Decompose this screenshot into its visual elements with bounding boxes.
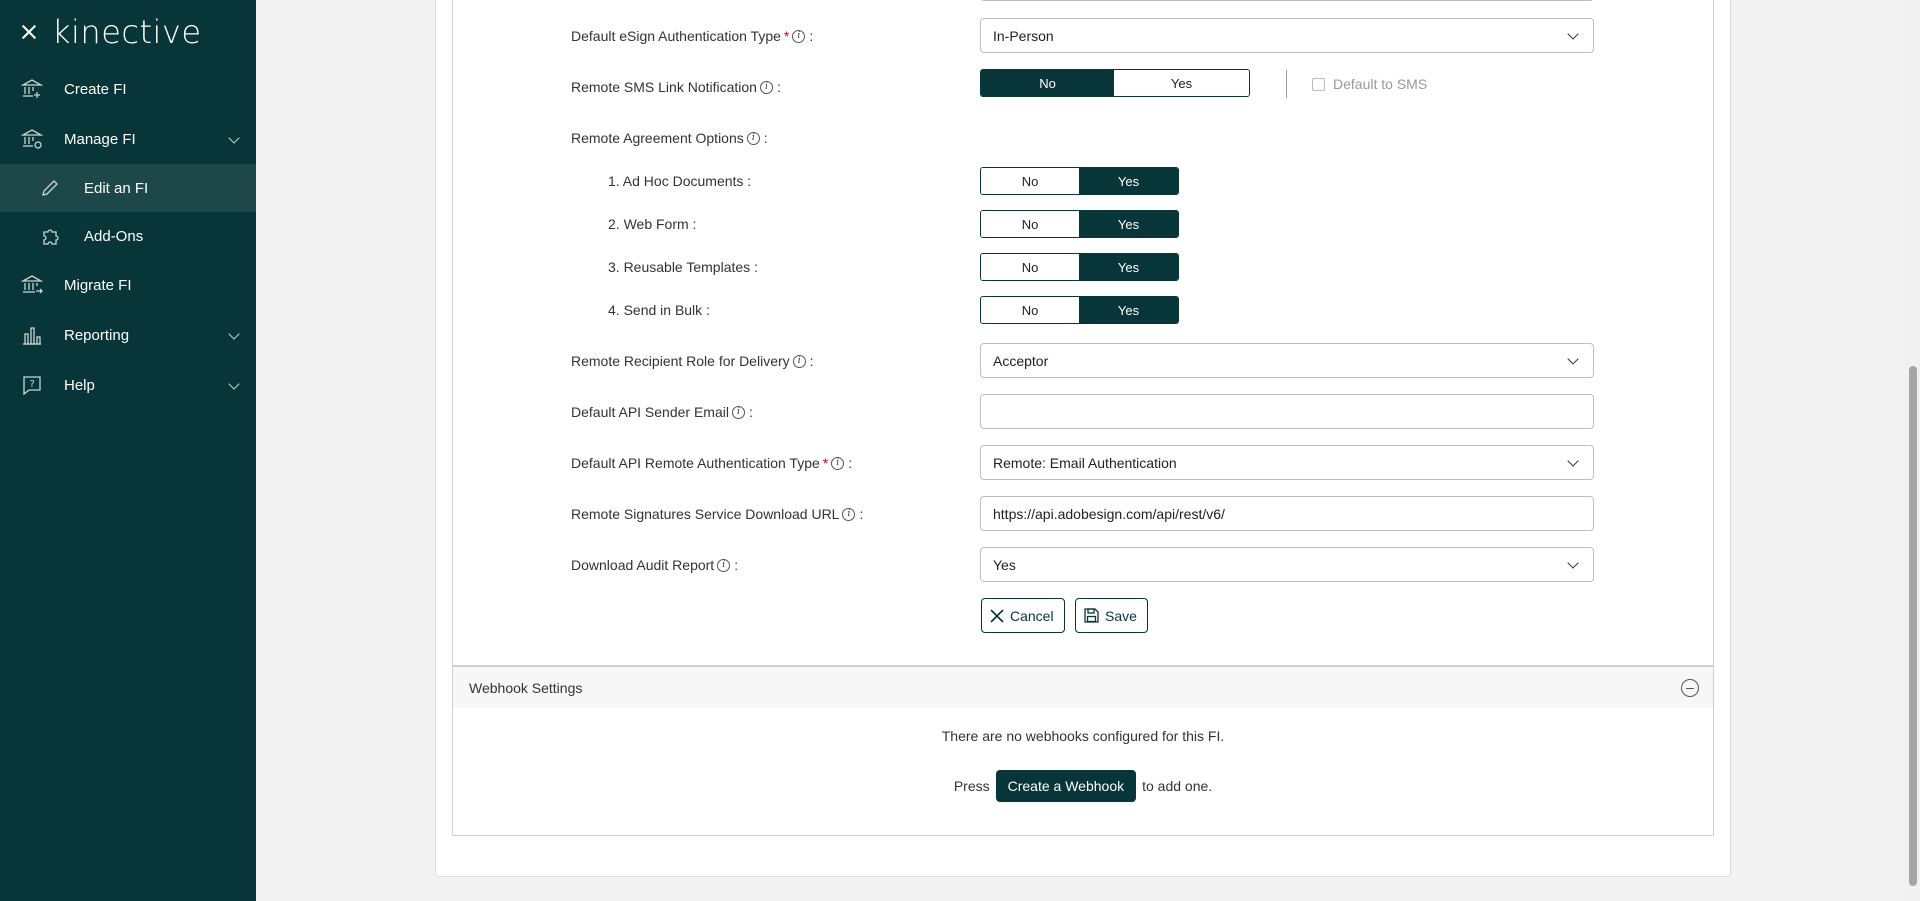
sidebar-item-label: Edit an FI	[84, 179, 149, 197]
esign-auth-select[interactable]: In-Person	[980, 18, 1594, 53]
sidebar-header: kinective	[0, 0, 256, 64]
toggle-yes[interactable]: Yes	[1079, 211, 1178, 237]
sidebar-item-reporting[interactable]: Reporting	[0, 310, 256, 360]
sidebar-item-label: Reporting	[64, 326, 130, 344]
sidebar-item-label: Manage FI	[64, 130, 136, 148]
recipient-role-label: Remote Recipient Role for Delivery i:	[571, 353, 814, 369]
option-label: 2. Web Form :	[608, 216, 697, 232]
checkbox[interactable]	[1312, 77, 1325, 91]
bank-settings-icon	[20, 127, 44, 151]
close-icon[interactable]	[20, 23, 38, 41]
option-label: 3. Reusable Templates :	[608, 259, 758, 275]
api-sender-email-label: Default API Sender Email i:	[571, 404, 753, 420]
chevron-down-icon	[1567, 353, 1579, 365]
sidebar-item-label: Add-Ons	[84, 227, 144, 245]
scroll-thumb[interactable]	[1909, 366, 1917, 886]
toggle-no[interactable]: No	[981, 211, 1079, 237]
ad-hoc-toggle[interactable]: No Yes	[980, 167, 1179, 195]
help-icon: ?	[20, 373, 44, 397]
agreement-options-label: Remote Agreement Options i:	[571, 130, 768, 146]
send-in-bulk-toggle[interactable]: No Yes	[980, 296, 1179, 324]
sidebar-item-migrate-fi[interactable]: Migrate FI	[0, 260, 256, 310]
audit-report-select[interactable]: Yes	[980, 547, 1594, 582]
info-icon[interactable]: i	[831, 456, 845, 470]
toggle-yes[interactable]: Yes	[1114, 70, 1249, 96]
bank-add-icon	[20, 77, 44, 101]
audit-report-label: Download Audit Report i:	[571, 557, 739, 573]
toggle-no[interactable]: No	[981, 70, 1114, 96]
close-icon	[990, 608, 1004, 623]
info-icon[interactable]: i	[717, 558, 731, 572]
svg-text:?: ?	[30, 379, 35, 390]
info-icon[interactable]: i	[746, 131, 760, 145]
esign-auth-label: Default eSign Authentication Type * i:	[571, 28, 814, 44]
chevron-down-icon	[228, 328, 240, 340]
recipient-role-select[interactable]: Acceptor	[980, 343, 1594, 378]
chevron-down-icon	[228, 378, 240, 390]
api-remote-auth-select[interactable]: Remote: Email Authentication	[980, 445, 1594, 480]
sidebar-item-manage-fi[interactable]: Manage FI	[0, 114, 256, 164]
toggle-yes[interactable]: Yes	[1079, 254, 1178, 280]
toggle-yes[interactable]: Yes	[1079, 297, 1178, 323]
info-icon[interactable]: i	[759, 80, 773, 94]
sidebar-item-label: Migrate FI	[64, 276, 132, 294]
sidebar: kinective Create FI Manage FI Edit an FI…	[0, 0, 256, 901]
chevron-down-icon	[1567, 557, 1579, 569]
webhook-settings-header[interactable]: Webhook Settings	[452, 666, 1714, 709]
save-button[interactable]: Save	[1075, 598, 1148, 633]
divider	[1286, 70, 1287, 98]
chevron-down-icon	[228, 132, 240, 144]
save-icon	[1084, 608, 1099, 623]
create-webhook-line: Press Create a Webhook to add one.	[453, 770, 1713, 802]
toggle-no[interactable]: No	[981, 254, 1079, 280]
cancel-button[interactable]: Cancel	[981, 598, 1065, 633]
previous-field[interactable]	[980, 0, 1594, 1]
toggle-yes[interactable]: Yes	[1079, 168, 1178, 194]
bank-migrate-icon	[20, 273, 44, 297]
webhook-settings-body: There are no webhooks configured for thi…	[452, 708, 1714, 836]
empty-message: There are no webhooks configured for thi…	[941, 728, 1225, 744]
info-icon[interactable]: i	[792, 29, 806, 43]
sidebar-item-add-ons[interactable]: Add-Ons	[0, 212, 256, 260]
toggle-no[interactable]: No	[981, 297, 1079, 323]
pencil-icon	[38, 176, 62, 200]
chevron-down-icon	[1567, 455, 1579, 467]
create-webhook-button[interactable]: Create a Webhook	[995, 770, 1137, 802]
sms-link-toggle[interactable]: No Yes	[980, 69, 1250, 97]
default-sms-checkbox[interactable]: Default to SMS	[1312, 76, 1427, 92]
toggle-no[interactable]: No	[981, 168, 1079, 194]
info-icon[interactable]: i	[842, 507, 856, 521]
web-form-toggle[interactable]: No Yes	[980, 210, 1179, 238]
sidebar-item-label: Help	[64, 376, 95, 394]
collapse-icon[interactable]	[1681, 679, 1699, 697]
logo: kinective	[52, 13, 202, 51]
sidebar-item-label: Create FI	[64, 80, 127, 98]
sidebar-item-create-fi[interactable]: Create FI	[0, 64, 256, 114]
chevron-down-icon	[1567, 28, 1579, 40]
api-sender-email-input[interactable]	[980, 394, 1594, 429]
sidebar-item-help[interactable]: ? Help	[0, 360, 256, 410]
sidebar-item-edit-fi[interactable]: Edit an FI	[0, 164, 256, 212]
info-icon[interactable]: i	[731, 405, 745, 419]
scrollbar[interactable]	[1905, 0, 1920, 901]
api-remote-auth-label: Default API Remote Authentication Type * i…	[571, 455, 853, 471]
info-icon[interactable]: i	[792, 354, 806, 368]
download-url-label: Remote Signatures Service Download URL i:	[571, 506, 864, 522]
puzzle-icon	[38, 224, 62, 248]
reusable-templates-toggle[interactable]: No Yes	[980, 253, 1179, 281]
sms-link-label: Remote SMS Link Notification i:	[571, 79, 781, 95]
option-label: 1. Ad Hoc Documents :	[608, 173, 752, 189]
bar-chart-icon	[20, 323, 44, 347]
option-label: 4. Send in Bulk :	[608, 302, 710, 318]
download-url-input[interactable]	[980, 496, 1594, 531]
